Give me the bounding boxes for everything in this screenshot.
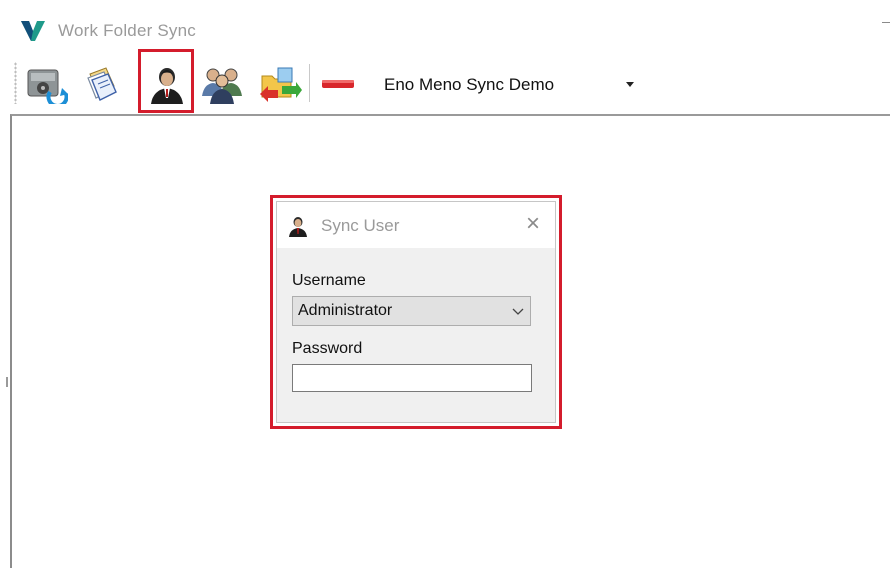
remove-button[interactable]	[320, 74, 356, 94]
window-title: Work Folder Sync	[58, 21, 196, 40]
documents-icon	[87, 67, 117, 101]
user-icon	[151, 68, 183, 104]
username-label: Username	[292, 272, 366, 289]
user-icon	[289, 217, 307, 237]
drive-sync-icon	[27, 69, 68, 104]
folder-transfer-icon	[260, 67, 302, 102]
transfer-button[interactable]	[254, 54, 302, 112]
username-value: Administrator	[298, 302, 393, 319]
user-group-button[interactable]	[196, 54, 244, 112]
toolbar-separator	[309, 64, 310, 102]
password-label: Password	[292, 340, 363, 357]
toolbar: Eno Meno Sync Demo	[0, 49, 890, 114]
sync-user-dialog: Sync User × Username Administrator Passw…	[276, 201, 556, 423]
splitter-handle[interactable]	[6, 377, 8, 387]
title-bar: Work Folder Sync	[0, 0, 890, 52]
dropdown-arrow-icon	[626, 82, 634, 87]
chevron-down-icon	[512, 308, 524, 315]
minimize-button[interactable]	[882, 22, 890, 23]
sync-user-button[interactable]	[138, 49, 194, 113]
user-group-icon	[202, 68, 242, 104]
dialog-title: Sync User	[321, 216, 400, 235]
remove-icon	[322, 80, 354, 88]
password-field[interactable]	[292, 364, 532, 392]
profile-select[interactable]: Eno Meno Sync Demo	[374, 68, 640, 100]
dialog-header: Sync User ×	[277, 202, 555, 248]
close-icon[interactable]: ×	[521, 212, 545, 236]
toolbar-grip[interactable]	[14, 62, 17, 104]
documents-button[interactable]	[78, 54, 126, 112]
username-select[interactable]: Administrator	[292, 296, 531, 326]
app-logo-icon	[21, 21, 45, 41]
sync-drive-button[interactable]	[20, 54, 68, 112]
profile-select-value: Eno Meno Sync Demo	[384, 75, 555, 94]
